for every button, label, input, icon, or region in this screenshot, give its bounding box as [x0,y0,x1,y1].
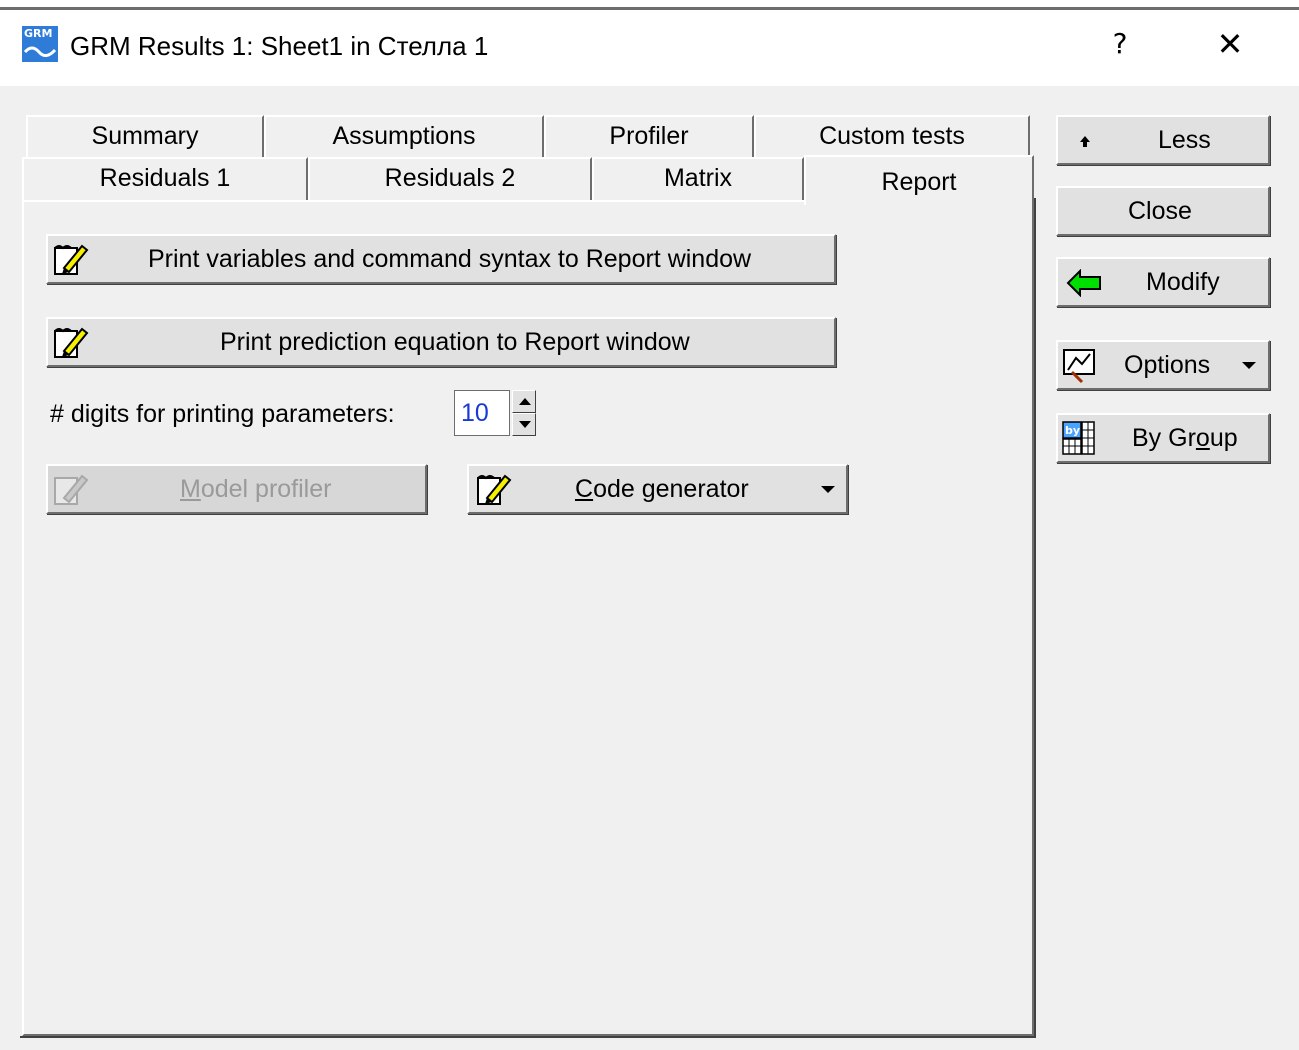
pencil-notepad-icon [54,327,89,358]
close-window-button[interactable]: ✕ [1210,24,1250,64]
pencil-notepad-icon [54,474,89,505]
code-generator-label: ode generator [593,474,749,503]
app-icon: GRM [22,26,58,62]
tab-matrix[interactable]: Matrix [592,157,804,201]
digits-input[interactable]: 10 [454,390,510,436]
model-profiler-mnemonic: M [180,474,201,503]
options-label: Options [1124,350,1211,379]
model-profiler-button[interactable]: Model profiler [46,464,427,514]
by-group-label: By Gr [1132,423,1196,452]
by-group-label-end: up [1209,423,1238,452]
pencil-notepad-icon [54,244,89,275]
pencil-notepad-icon [477,474,512,505]
spin-down-button[interactable] [512,413,536,436]
parent-window-strip [0,0,1299,10]
options-button[interactable]: Options [1056,340,1270,390]
down-triangle-icon [519,421,531,428]
spin-up-button[interactable] [512,390,536,413]
modify-button[interactable]: Modify [1056,257,1270,307]
tab-residuals-1[interactable]: Residuals 1 [22,157,308,201]
code-generator-mnemonic: C [575,474,594,503]
modify-label: Modify [1146,267,1220,296]
options-icon [1063,349,1095,384]
code-generator-button[interactable]: Code generator [467,464,848,514]
print-variables-label: Print variables and command syntax to Re… [148,244,752,273]
close-button[interactable]: Close [1056,186,1270,236]
model-profiler-label: odel profiler [200,474,332,503]
dropdown-arrow-icon [1242,362,1256,369]
tab-profiler[interactable]: Profiler [544,115,754,159]
help-button[interactable]: ? [1100,24,1140,64]
tab-custom-tests[interactable]: Custom tests [754,115,1030,159]
up-triangle-icon [519,398,531,405]
window-title: GRM Results 1: Sheet1 in Стелла 1 [70,31,489,61]
print-equation-label: Print prediction equation to Report wind… [220,327,690,356]
by-group-mnemonic: o [1195,423,1210,452]
green-back-arrow-icon [1066,269,1101,297]
by-group-icon: by [1062,421,1095,455]
dropdown-arrow-icon [821,486,835,493]
less-button[interactable]: Less [1056,115,1270,165]
svg-text:by: by [1065,424,1080,437]
digits-label: # digits for printing parameters: [50,400,395,428]
digits-spinner[interactable] [512,390,536,436]
less-label: Less [1158,125,1211,154]
tab-summary[interactable]: Summary [26,115,264,159]
close-label: Close [1128,196,1192,225]
tab-residuals-2[interactable]: Residuals 2 [308,157,592,201]
up-arrow-icon [1080,136,1090,147]
tab-assumptions[interactable]: Assumptions [264,115,544,159]
print-variables-button[interactable]: Print variables and command syntax to Re… [46,234,836,284]
print-equation-button[interactable]: Print prediction equation to Report wind… [46,317,836,367]
tab-report[interactable]: Report [804,155,1034,205]
by-group-button[interactable]: by By Gr o up [1056,413,1270,463]
